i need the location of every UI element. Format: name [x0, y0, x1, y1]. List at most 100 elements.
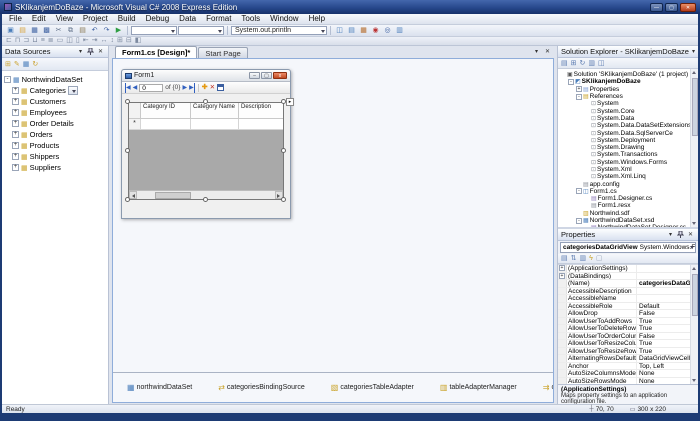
grid-column-header[interactable]: Category Name	[191, 103, 239, 119]
refresh-icon[interactable]: ↻	[32, 60, 38, 69]
solution-tree-scrollbar[interactable]	[690, 69, 698, 227]
menu-item[interactable]: Debug	[141, 14, 175, 24]
menu-item[interactable]: Data	[174, 14, 201, 24]
close-icon[interactable]: ✕	[686, 230, 695, 239]
redo-icon[interactable]: ↷	[101, 26, 112, 36]
properties-icon[interactable]: ▤	[561, 59, 568, 68]
horizontal-spacing-icon[interactable]: ⇤	[83, 37, 89, 45]
designed-form[interactable]: Form1 – ▢ x ◀ ◀ 0 of {0} ▶ ▶ ✚ ✕ Categor…	[121, 69, 294, 219]
expand-gizmo[interactable]: +	[12, 164, 19, 171]
tree-item[interactable]: ⊡ System.Deployment	[558, 137, 690, 144]
show-all-files-icon[interactable]: ⊞	[571, 59, 577, 68]
bring-to-front-icon[interactable]: ⊞	[117, 37, 123, 45]
window-position-icon[interactable]: ▾	[76, 47, 85, 56]
tree-item[interactable]: ⊡ System.Xml.Linq	[558, 173, 690, 180]
pin-icon[interactable]	[676, 230, 685, 239]
close-button[interactable]: ✕	[680, 2, 696, 12]
error-list-icon[interactable]: ◉	[370, 26, 381, 36]
tree-item[interactable]: + ▦ Products	[2, 140, 108, 151]
save-all-icon[interactable]: ▩	[41, 26, 52, 36]
edit-dataset-icon[interactable]: ✎	[14, 60, 20, 69]
expand-gizmo[interactable]: +	[12, 87, 19, 94]
menu-item[interactable]: Project	[78, 14, 113, 24]
categorized-icon[interactable]: ▤	[561, 254, 568, 263]
tree-item[interactable]: ▤ app.config	[558, 180, 690, 188]
smart-tag-button[interactable]: ▸	[286, 98, 294, 106]
expand-gizmo[interactable]: +	[12, 98, 19, 105]
send-to-back-icon[interactable]: ⊟	[126, 37, 132, 45]
menu-item[interactable]: Edit	[27, 14, 51, 24]
tree-item[interactable]: ▤ NorthwindDataSet.Designer.cs	[558, 224, 690, 227]
pin-icon[interactable]	[86, 47, 95, 56]
center-vertically-icon[interactable]: ↕	[111, 37, 115, 45]
paste-icon[interactable]: ▤	[77, 26, 88, 36]
expand-gizmo[interactable]: -	[576, 93, 582, 100]
expand-gizmo[interactable]: +	[12, 142, 19, 149]
tree-item[interactable]: + ▦ Employees	[2, 107, 108, 118]
tree-item[interactable]: ⊡ System.Windows.Forms	[558, 159, 690, 166]
scroll-down-arrow[interactable]	[691, 220, 699, 227]
form-client-area[interactable]: Category IDCategory NameDescription *	[122, 94, 294, 218]
platform-combobox[interactable]	[178, 26, 224, 35]
expand-gizmo[interactable]: +	[559, 265, 565, 272]
active-files-dropdown-icon[interactable]: ▾	[532, 47, 541, 56]
property-value[interactable]	[637, 295, 690, 302]
menu-item[interactable]: Format	[201, 14, 236, 24]
scroll-thumb[interactable]	[691, 274, 698, 316]
expand-gizmo[interactable]: -	[576, 217, 582, 224]
property-row[interactable]: + (ApplicationSettings)	[558, 265, 690, 273]
tree-item[interactable]: - ▦ NorthwindDataSet	[2, 74, 108, 85]
grid-column-header[interactable]: Description	[239, 103, 283, 119]
property-value[interactable]: Default	[637, 303, 690, 309]
tree-item[interactable]: + ▦ Customers	[2, 96, 108, 107]
selection-handle[interactable]	[125, 148, 130, 153]
tree-item[interactable]: ⊡ System	[558, 100, 690, 107]
property-row[interactable]: AllowUserToDeleteRows True	[558, 325, 690, 333]
property-row[interactable]: (Name) categoriesDataGridView	[558, 280, 690, 288]
menu-item[interactable]: Help	[304, 14, 330, 24]
vertical-spacing-icon[interactable]: ⇥	[92, 37, 98, 45]
selection-handle[interactable]	[281, 197, 286, 202]
scroll-up-arrow[interactable]	[691, 265, 699, 272]
properties-scrollbar[interactable]	[690, 265, 698, 384]
selection-handle[interactable]	[125, 197, 130, 202]
expand-gizmo[interactable]: +	[559, 272, 565, 279]
tree-item[interactable]: ⊡ System.Data.SqlServerCe	[558, 129, 690, 137]
search-combobox[interactable]: System.out.println	[231, 26, 327, 35]
view-designer-icon[interactable]: ◫	[598, 59, 605, 68]
solution-explorer-icon[interactable]: ◫	[334, 26, 345, 36]
align-lefts-icon[interactable]: ⊏	[6, 37, 12, 45]
selection-handle[interactable]	[203, 197, 208, 202]
tree-item[interactable]: + ▦ Suppliers	[2, 162, 108, 173]
property-row[interactable]: Anchor Top, Left	[558, 362, 690, 370]
configuration-combobox[interactable]	[131, 26, 177, 35]
tree-item[interactable]: + ▦ Categories	[2, 85, 108, 96]
maximize-button[interactable]: ▢	[665, 2, 678, 12]
design-canvas[interactable]: Form1 – ▢ x ◀ ◀ 0 of {0} ▶ ▶ ✚ ✕ Categor…	[113, 59, 553, 372]
property-value[interactable]: DataGridViewCellStyle { }	[637, 355, 690, 361]
document-tab[interactable]: Form1.cs [Design]*	[115, 46, 198, 58]
add-new-data-source-icon[interactable]: ⊞	[5, 60, 11, 69]
move-next-button[interactable]: ▶	[182, 83, 187, 93]
align-bottoms-icon[interactable]: ≣	[48, 37, 54, 45]
tree-item[interactable]: - ▦ NorthwindDataSet.xsd	[558, 217, 690, 224]
expand-gizmo[interactable]: +	[12, 153, 19, 160]
expand-gizmo[interactable]: -	[4, 76, 11, 83]
menu-item[interactable]: Build	[113, 14, 141, 24]
tree-item[interactable]: ⊡ System.Transactions	[558, 151, 690, 158]
document-tab[interactable]: Start Page	[198, 47, 248, 58]
property-row[interactable]: AccessibleName	[558, 295, 690, 303]
expand-gizmo[interactable]: +	[12, 131, 19, 138]
property-row[interactable]: AllowDrop False	[558, 310, 690, 318]
view-code-icon[interactable]: ▥	[588, 59, 595, 68]
expand-gizmo[interactable]: +	[576, 86, 582, 93]
selection-handle[interactable]	[125, 99, 130, 104]
move-first-button[interactable]: ◀	[125, 82, 131, 93]
object-selector-combobox[interactable]: categoriesDataGridView System.Windows.Fo…	[560, 242, 696, 253]
property-row[interactable]: AllowUserToResizeColumns True	[558, 340, 690, 348]
scroll-thumb[interactable]	[155, 191, 191, 199]
property-row[interactable]: AllowUserToAddRows True	[558, 317, 690, 325]
menu-item[interactable]: Tools	[236, 14, 265, 24]
property-value[interactable]: True	[637, 325, 690, 331]
cut-icon[interactable]: ✂	[53, 26, 64, 36]
